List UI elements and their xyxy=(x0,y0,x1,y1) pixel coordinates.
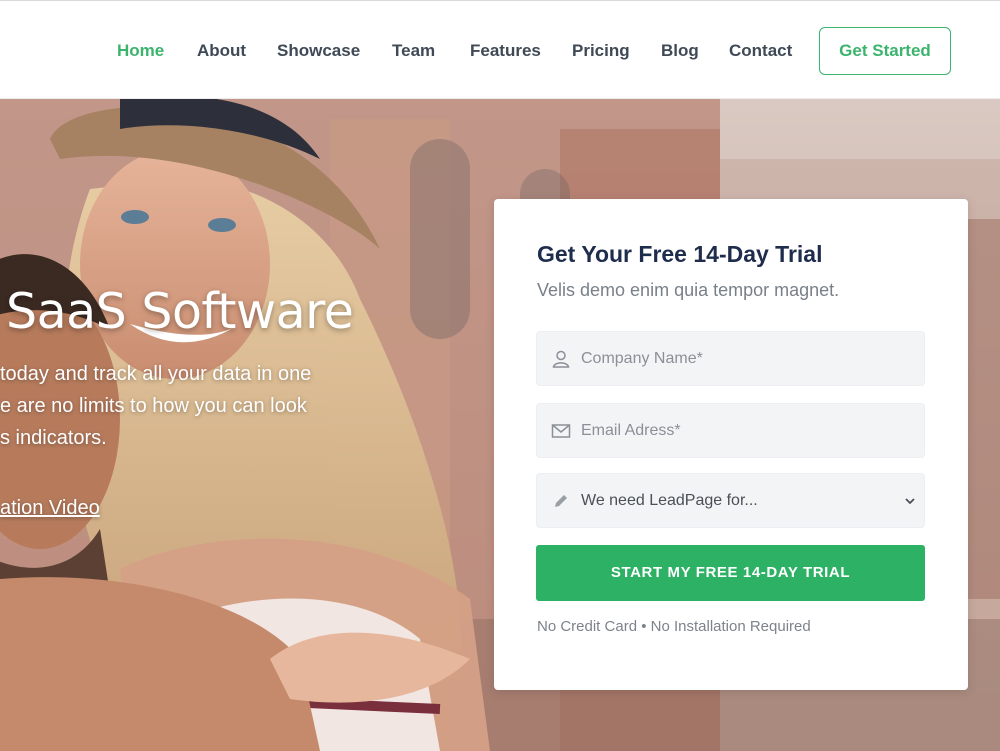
email-placeholder: Email Adress* xyxy=(581,422,681,439)
site-header: Home About Showcase Team Features Pricin… xyxy=(0,0,1000,99)
nav-showcase[interactable]: Showcase xyxy=(277,41,360,61)
nav-features[interactable]: Features xyxy=(470,41,541,61)
form-subtitle: Velis demo enim quia tempor magnet. xyxy=(537,280,840,300)
pencil-icon xyxy=(555,495,567,507)
trial-form-card: Get Your Free 14-Day Trial Velis demo en… xyxy=(494,199,968,690)
nav-pricing[interactable]: Pricing xyxy=(572,41,630,61)
nav-about[interactable]: About xyxy=(197,41,246,61)
presentation-video-link[interactable]: ation Video xyxy=(0,497,100,520)
start-trial-button[interactable]: START MY FREE 14-DAY TRIAL xyxy=(536,545,925,601)
form-note: No Credit Card • No Installation Require… xyxy=(537,618,811,635)
company-name-placeholder: Company Name* xyxy=(581,350,703,367)
get-started-button[interactable]: Get Started xyxy=(819,27,951,75)
nav-team[interactable]: Team xyxy=(392,41,435,61)
nav-blog[interactable]: Blog xyxy=(661,41,699,61)
form-title: Get Your Free 14-Day Trial xyxy=(537,241,823,267)
main-nav: Home About Showcase Team Features Pricin… xyxy=(0,1,1000,100)
hero-description-line: s indicators. xyxy=(0,427,107,449)
company-name-field[interactable]: Company Name* xyxy=(536,331,925,386)
select-value: We need LeadPage for... xyxy=(581,492,758,509)
nav-contact[interactable]: Contact xyxy=(729,41,792,61)
hero-title: SaaS Software xyxy=(6,283,354,340)
envelope-icon xyxy=(551,424,571,438)
chevron-down-icon xyxy=(905,498,915,505)
email-field[interactable]: Email Adress* xyxy=(536,403,925,458)
hero-description-line: today and track all your data in one xyxy=(0,363,312,385)
nav-home[interactable]: Home xyxy=(117,41,164,61)
user-icon xyxy=(552,350,570,368)
hero-description: today and track all your data in one e a… xyxy=(0,358,360,454)
leadpage-purpose-select[interactable]: We need LeadPage for... xyxy=(536,473,925,528)
hero-description-line: e are no limits to how you can look xyxy=(0,395,307,417)
